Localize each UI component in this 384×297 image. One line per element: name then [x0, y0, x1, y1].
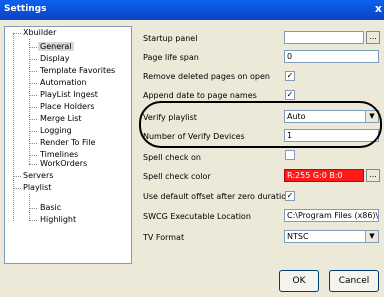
settings-dialog: Settings x Xbuilder General Display Temp… [0, 0, 384, 297]
close-icon[interactable]: x [375, 2, 382, 15]
append-date-checkbox[interactable]: ✓ [285, 90, 295, 100]
tree-node-workorders[interactable]: WorkOrders [40, 159, 87, 168]
spell-check-on-label: Spell check on [143, 153, 201, 162]
tree-node-basic[interactable]: Basic [40, 203, 61, 212]
spell-check-color-label: Spell check color [143, 172, 211, 181]
tree-node-playlist-ingest[interactable]: PlayList Ingest [40, 90, 98, 99]
default-offset-label: Use default offset after zero duration [143, 192, 292, 201]
page-life-span-input[interactable]: 0 [284, 50, 379, 63]
spell-check-on-checkbox[interactable] [285, 150, 295, 160]
tree-node-xbuilder[interactable]: Xbuilder [23, 28, 56, 37]
verify-playlist-value: Auto [287, 112, 306, 121]
chevron-down-icon[interactable]: ▼ [365, 111, 378, 122]
tree-node-display[interactable]: Display [40, 54, 70, 63]
startup-panel-input[interactable] [284, 31, 364, 44]
swcg-label: SWCG Executable Location [143, 212, 251, 221]
cancel-button[interactable]: Cancel [329, 270, 379, 292]
remove-deleted-label: Remove deleted pages on open [143, 72, 270, 81]
startup-panel-browse-button[interactable]: ... [366, 31, 380, 44]
verify-devices-input[interactable]: 1 [284, 129, 379, 142]
startup-panel-label: Startup panel [143, 34, 198, 43]
chevron-down-icon[interactable]: ▼ [365, 231, 378, 242]
tree-node-timelines[interactable]: Timelines [40, 150, 78, 159]
swcg-input[interactable]: C:\Program Files (x86)\Ve [284, 209, 379, 222]
tree-node-merge-list[interactable]: Merge List [40, 114, 82, 123]
window-title: Settings [4, 4, 47, 14]
tv-format-label: TV Format [143, 233, 185, 242]
remove-deleted-checkbox[interactable]: ✓ [285, 71, 295, 81]
settings-tree[interactable]: Xbuilder General Display Template Favori… [4, 26, 132, 264]
tree-node-place-holders[interactable]: Place Holders [40, 102, 94, 111]
verify-devices-label: Number of Verify Devices [143, 132, 245, 141]
tree-node-playlist[interactable]: Playlist [23, 183, 51, 192]
page-life-span-label: Page life span [143, 53, 199, 62]
ok-button[interactable]: OK [279, 270, 319, 292]
tree-node-automation[interactable]: Automation [40, 78, 87, 87]
tree-node-general[interactable]: General [38, 42, 74, 51]
tv-format-value: NTSC [287, 232, 309, 241]
tree-node-logging[interactable]: Logging [40, 126, 72, 135]
verify-playlist-label: Verify playlist [143, 113, 197, 122]
spell-check-color-button[interactable]: ... [366, 169, 380, 182]
tree-node-highlight[interactable]: Highlight [40, 215, 76, 224]
append-date-label: Append date to page names [143, 91, 257, 100]
default-offset-checkbox[interactable]: ✓ [285, 191, 295, 201]
tv-format-select[interactable]: NTSC ▼ [284, 230, 379, 243]
verify-playlist-select[interactable]: Auto ▼ [284, 110, 379, 123]
tree-node-servers[interactable]: Servers [23, 171, 53, 180]
tree-node-template-favorites[interactable]: Template Favorites [40, 66, 115, 75]
tree-node-render-to-file[interactable]: Render To File [40, 138, 95, 147]
spell-check-color-value[interactable]: R:255 G:0 B:0 [284, 169, 364, 182]
title-bar: Settings x [0, 0, 384, 20]
